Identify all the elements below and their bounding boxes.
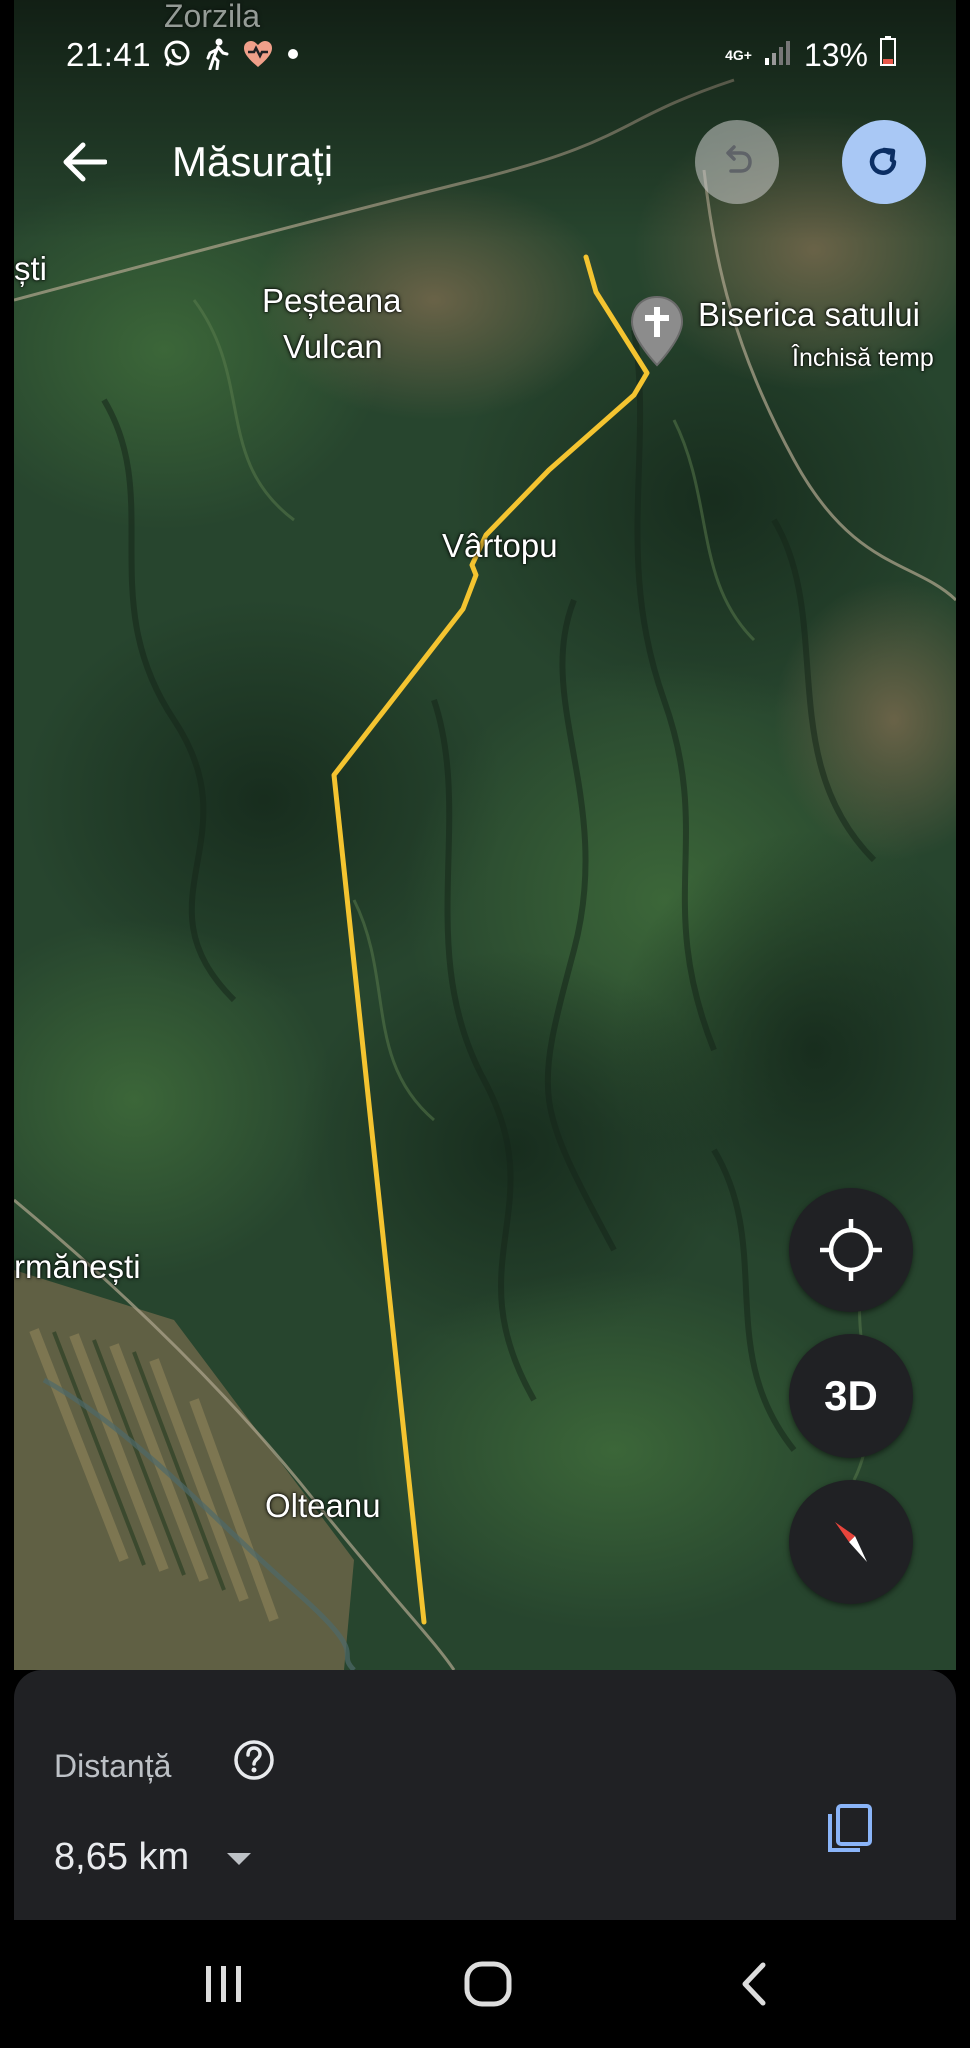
status-time: 21:41	[66, 36, 152, 73]
help-icon	[234, 1740, 274, 1780]
status-bar: 21:41 4G+ 13%	[14, 0, 956, 92]
battery-percent: 13%	[803, 36, 868, 73]
signal-icon	[764, 37, 792, 74]
health-icon	[242, 39, 274, 69]
map-label-village[interactable]: Peșteana	[262, 282, 401, 320]
system-nav-bar	[14, 1920, 956, 2048]
distance-unit-dropdown[interactable]	[219, 1838, 259, 1878]
dropdown-icon	[227, 1853, 251, 1865]
map-label-olteanu[interactable]: Olteanu	[265, 1487, 381, 1525]
home-button[interactable]	[448, 1954, 528, 2014]
redo-icon	[869, 147, 897, 175]
screen: Zorzila ști Peșteana Vulcan Biserica sat…	[14, 0, 956, 2048]
walking-icon	[204, 38, 230, 70]
map-label-left-partial[interactable]: ști	[14, 250, 47, 288]
page-title: Măsurați	[172, 138, 334, 185]
dot-icon	[286, 47, 300, 61]
distance-label: Distanță	[54, 1748, 172, 1784]
undo-icon	[726, 145, 752, 173]
status-notification-icons	[162, 36, 300, 72]
battery-icon	[880, 36, 896, 74]
recent-apps-button[interactable]	[184, 1954, 264, 2014]
back-button[interactable]	[54, 132, 114, 192]
map-label-poi-name[interactable]: Biserica satului	[698, 296, 920, 334]
my-location-icon	[820, 1219, 882, 1281]
system-back-button[interactable]	[714, 1954, 794, 2014]
copy-button[interactable]	[820, 1798, 880, 1858]
map-label-vartopu[interactable]: Vârtopu	[442, 527, 558, 565]
distance-value[interactable]: 8,65 km	[54, 1836, 189, 1879]
church-pin-icon[interactable]	[629, 295, 685, 372]
copy-icon	[828, 1804, 872, 1852]
recent-apps-icon	[206, 1966, 241, 2002]
3d-toggle-button[interactable]: 3D	[789, 1334, 913, 1458]
undo-button[interactable]	[695, 120, 779, 204]
measurement-panel: Distanță 8,65 km	[14, 1670, 956, 1920]
map-label-poi-status: Închisă temp	[792, 344, 934, 372]
map-label-left-village[interactable]: rmănești	[14, 1248, 141, 1286]
redo-button[interactable]	[842, 120, 926, 204]
map-label-village-line2[interactable]: Vulcan	[283, 328, 383, 366]
whatsapp-icon	[162, 39, 192, 69]
back-arrow-icon	[63, 142, 107, 182]
my-location-button[interactable]	[789, 1188, 913, 1312]
compass-button[interactable]	[789, 1480, 913, 1604]
back-icon	[742, 1962, 766, 2006]
top-app-bar: Măsurați	[14, 100, 956, 220]
compass-icon	[835, 1522, 867, 1562]
help-button[interactable]	[232, 1738, 276, 1782]
home-icon	[464, 1961, 512, 2007]
network-type: 4G+	[725, 47, 752, 63]
